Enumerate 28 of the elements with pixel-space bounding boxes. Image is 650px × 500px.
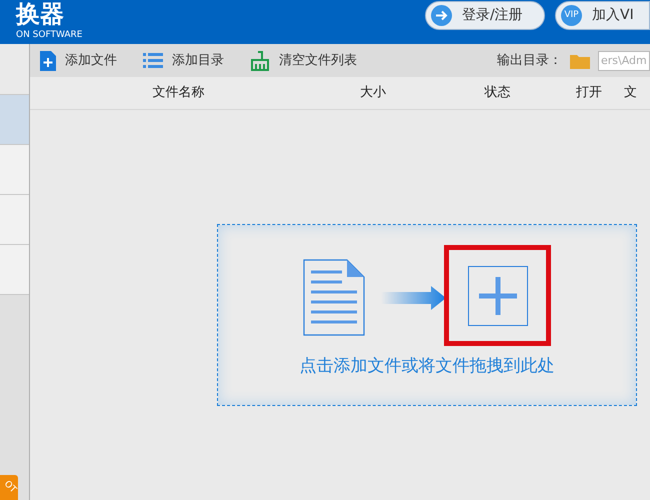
hot-badge: OT [0,475,18,500]
document-icon [303,259,365,336]
column-header[interactable]: 大小 [323,83,423,103]
output-dir-label: 输出目录： [497,52,562,70]
column-header[interactable]: 文 [620,83,650,103]
arrow-right-icon [431,5,452,26]
drop-hint-text: 点击添加文件或将文件拖拽到此处 [300,355,554,378]
add-file-button[interactable]: 添加文件 [40,50,117,70]
vip-icon: VIP [561,5,582,26]
app-title: 换器 [16,0,65,28]
add-file-icon [40,50,56,70]
sidebar-item[interactable] [0,195,29,245]
app-subtitle: ON SOFTWARE [16,29,82,41]
column-header[interactable]: 打开 [572,83,620,103]
broom-icon [250,50,270,70]
add-folder-button[interactable]: 添加目录 [143,50,224,70]
sidebar-item[interactable] [0,145,29,195]
clear-button[interactable]: 清空文件列表 [250,50,357,70]
vip-button[interactable]: VIP 加入VI [555,1,650,30]
arrow-right-icon [381,286,446,310]
column-header[interactable]: 状态 [422,83,572,103]
sidebar-item[interactable] [0,95,29,145]
folder-icon[interactable] [570,52,590,68]
list-icon [143,53,163,68]
column-header[interactable]: 文件名称 [34,83,324,103]
login-button[interactable]: 登录/注册 [425,1,545,30]
plus-icon[interactable] [468,266,528,326]
sidebar-item[interactable] [0,245,29,295]
